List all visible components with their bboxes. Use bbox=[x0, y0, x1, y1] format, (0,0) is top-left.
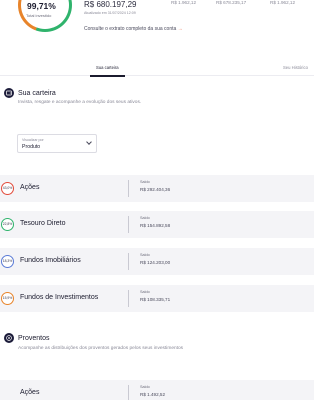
tab-bar: Sua carteira Seu Histórico bbox=[0, 62, 314, 77]
allocation-percent-badge: 18,3% bbox=[1, 255, 14, 268]
row-divider bbox=[128, 216, 129, 233]
extrato-link[interactable]: Consulte o extrato completo da sua conta… bbox=[84, 26, 183, 32]
asset-name: Tesouro Direto bbox=[20, 220, 66, 227]
summary-stat: R$ 1.962,12 bbox=[171, 0, 197, 5]
saldo-value: R$ 154.892,58 bbox=[140, 223, 171, 228]
saldo-label: Saldo bbox=[140, 290, 150, 294]
view-by-value: Produto bbox=[22, 144, 41, 150]
saldo-label: Saldo bbox=[140, 180, 150, 184]
row-divider bbox=[128, 180, 129, 197]
proventos-title: Proventos bbox=[18, 334, 50, 342]
arrow-right-icon: → bbox=[177, 26, 183, 32]
chevron-down-icon bbox=[86, 139, 92, 145]
proventos-header: Proventos bbox=[4, 333, 50, 343]
carteira-title: Sua carteira bbox=[18, 89, 56, 97]
asset-name: Fundos de Investimentos bbox=[20, 294, 99, 301]
saldo-value: R$ 124.203,00 bbox=[140, 260, 171, 265]
portfolio-summary: 99,71% Total investido R$ 680.197,29 Atu… bbox=[0, 0, 314, 40]
invested-percent-label: Total investido bbox=[26, 13, 52, 18]
saldo-value: R$ 108.335,71 bbox=[140, 297, 171, 302]
invested-percent: 99,71% bbox=[27, 1, 56, 11]
saldo-label: Saldo bbox=[140, 253, 150, 257]
asset-name: Ações bbox=[20, 184, 40, 191]
summary-stat: R$ 1.962,12 bbox=[270, 0, 296, 5]
saldo-label: Saldo bbox=[140, 216, 150, 220]
row-divider bbox=[128, 385, 129, 400]
saldo-value: R$ 292.404,36 bbox=[140, 187, 171, 192]
asset-row-acoes[interactable]: 43,0% Ações Saldo R$ 292.404,36 bbox=[0, 175, 314, 202]
carteira-description: Invista, resgate e acompanhe a evolução … bbox=[18, 100, 142, 105]
coins-icon bbox=[4, 333, 14, 343]
total-value: R$ 680.197,29 bbox=[84, 0, 137, 9]
asset-row-fundos-de-investimentos[interactable]: 15,9% Fundos de Investimentos Saldo R$ 1… bbox=[0, 285, 314, 312]
saldo-label: Saldo bbox=[140, 385, 150, 389]
proventos-description: Acompanhe as distribuições dos proventos… bbox=[18, 346, 184, 351]
row-divider bbox=[128, 290, 129, 307]
view-by-label: Visualizar por bbox=[22, 138, 44, 142]
proventos-asset-name: Ações bbox=[20, 389, 40, 396]
asset-name: Fundos Imobiliários bbox=[20, 257, 81, 264]
view-by-select[interactable]: Visualizar por Produto bbox=[17, 134, 97, 153]
proventos-row-acoes[interactable]: Ações Saldo R$ 1.492,52 bbox=[0, 380, 314, 400]
extrato-link-label: Consulte o extrato completo da sua conta bbox=[84, 26, 177, 32]
carteira-header: Sua carteira bbox=[4, 88, 56, 98]
summary-stat: R$ 678.235,17 bbox=[216, 0, 247, 5]
asset-row-fundos-imobiliarios[interactable]: 18,3% Fundos Imobiliários Saldo R$ 124.2… bbox=[0, 248, 314, 275]
allocation-percent-badge: 22,8% bbox=[1, 218, 14, 231]
row-divider bbox=[128, 253, 129, 270]
allocation-percent-badge: 43,0% bbox=[1, 182, 14, 195]
updated-timestamp: Atualizado em 31/07/2024 12:09 bbox=[84, 11, 136, 15]
tab-seu-historico[interactable]: Seu Histórico bbox=[283, 65, 308, 70]
saldo-value: R$ 1.492,52 bbox=[140, 392, 166, 397]
allocation-percent-badge: 15,9% bbox=[1, 292, 14, 305]
wallet-icon bbox=[4, 88, 14, 98]
tab-sua-carteira[interactable]: Sua carteira bbox=[90, 65, 125, 77]
asset-row-tesouro-direto[interactable]: 22,8% Tesouro Direto Saldo R$ 154.892,58 bbox=[0, 211, 314, 238]
